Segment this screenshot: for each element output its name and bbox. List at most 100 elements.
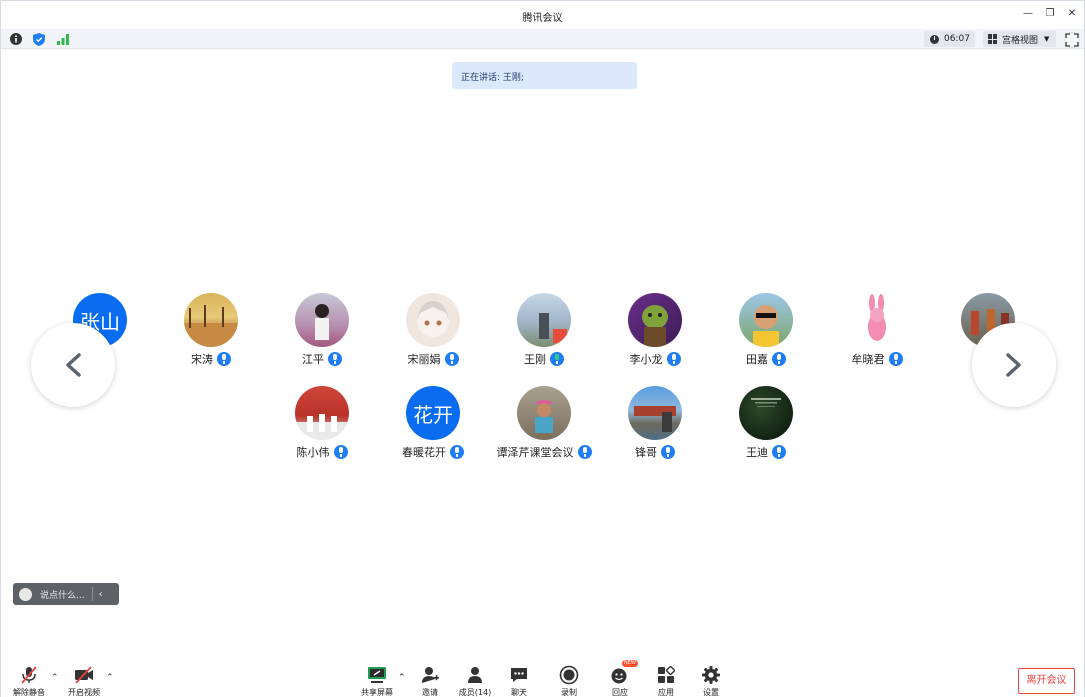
participant-name: 田嘉 <box>746 353 768 366</box>
settings-label: 设置 <box>703 688 719 697</box>
next-page-button[interactable] <box>972 323 1056 407</box>
avatar <box>739 386 793 440</box>
participant-tile[interactable]: 花开 春暖花开 <box>378 386 488 460</box>
mic-icon <box>450 445 464 459</box>
chat-placeholder: 说点什么... <box>40 590 85 601</box>
close-icon[interactable]: ✕ <box>1065 7 1079 21</box>
chat-label: 聊天 <box>511 688 527 697</box>
shield-icon[interactable] <box>32 32 46 46</box>
restore-icon[interactable]: ❐ <box>1043 7 1057 21</box>
participant-tile[interactable]: 谭泽芹课堂会议 <box>489 386 599 460</box>
participant-name: 牟晓君 <box>851 353 885 366</box>
record-icon <box>559 665 579 685</box>
emoji-icon[interactable] <box>19 587 32 601</box>
participant-tile[interactable]: 王迪 <box>711 386 821 460</box>
divider <box>91 587 93 601</box>
leave-meeting-button[interactable]: 离开会议 <box>1018 668 1075 694</box>
audio-options-caret-icon[interactable]: ⌃ <box>51 673 59 683</box>
chat-button[interactable]: 聊天 <box>497 665 541 697</box>
meeting-timer[interactable]: 06:07 <box>924 31 975 47</box>
participant-name: 春暖花开 <box>402 446 446 459</box>
fullscreen-icon[interactable] <box>1065 32 1079 47</box>
chevron-left-icon <box>66 353 81 377</box>
participant-name: 宋丽娟 <box>407 353 441 366</box>
avatar <box>628 293 682 347</box>
avatar <box>517 386 571 440</box>
settings-button[interactable]: 设置 <box>689 665 733 697</box>
minimize-icon[interactable]: — <box>1021 7 1035 21</box>
participant-tile[interactable]: 江平 <box>267 293 377 367</box>
participant-name: 王迪 <box>746 446 768 459</box>
caret-down-icon: ▼ <box>1044 35 1050 43</box>
participant-tile[interactable]: 牟晓君 <box>822 293 932 367</box>
mic-icon <box>444 352 459 366</box>
members-button[interactable]: 成员(14) <box>453 665 497 697</box>
participant-tile[interactable]: 李小龙 <box>600 293 710 367</box>
avatar <box>628 386 682 440</box>
participant-tile[interactable]: 田嘉 <box>711 293 821 367</box>
participant-tile[interactable]: 宋丽娟 <box>378 293 488 367</box>
participant-name: 王刚 <box>524 353 546 366</box>
clock-icon <box>930 34 939 44</box>
mic-icon <box>772 445 786 459</box>
unmute-label: 解除静音 <box>13 688 45 697</box>
share-screen-icon <box>367 665 387 685</box>
reactions-label: 回应 <box>612 688 628 697</box>
video-options-caret-icon[interactable]: ⌃ <box>106 673 114 683</box>
mic-icon <box>217 352 231 366</box>
mic-icon <box>661 445 675 459</box>
view-selector[interactable]: 宫格视图 ▼ <box>983 31 1056 47</box>
mic-icon <box>333 445 348 459</box>
mic-icon <box>577 445 592 459</box>
start-video-label: 开启视频 <box>68 688 100 697</box>
apps-button[interactable]: 应用 <box>644 665 688 697</box>
previous-page-button[interactable] <box>31 323 115 407</box>
share-screen-button[interactable]: 共享屏幕 <box>355 665 399 697</box>
avatar <box>739 293 793 347</box>
timer-value: 06:07 <box>944 34 970 44</box>
members-label: 成员(14) <box>458 688 492 697</box>
collapse-chevron-icon[interactable]: ‹ <box>99 589 103 600</box>
participant-name: 陈小伟 <box>296 446 330 459</box>
reactions-button[interactable]: NEW 回应 <box>598 660 642 697</box>
title-bar: 腾讯会议 — ❐ ✕ <box>1 1 1084 29</box>
reaction-emoji-icon: NEW <box>610 660 638 685</box>
share-screen-label: 共享屏幕 <box>361 688 393 697</box>
info-icon[interactable] <box>9 32 23 46</box>
invite-label: 邀请 <box>422 688 438 697</box>
mic-icon <box>328 352 342 366</box>
participant-tile[interactable]: 王刚 <box>489 293 599 367</box>
chat-quick-input[interactable]: 说点什么... ‹ <box>13 583 119 605</box>
camera-off-icon <box>74 665 94 685</box>
mic-muted-icon <box>19 665 39 685</box>
window-title: 腾讯会议 <box>522 13 563 24</box>
view-label: 宫格视图 <box>1002 35 1039 46</box>
add-user-icon <box>420 665 440 685</box>
avatar <box>295 293 349 347</box>
participant-name: 江平 <box>302 353 324 366</box>
avatar <box>184 293 238 347</box>
members-icon <box>465 665 485 685</box>
apps-label: 应用 <box>658 688 674 697</box>
apps-icon <box>656 665 676 685</box>
mic-speaking-icon <box>550 352 564 366</box>
participant-name: 李小龙 <box>629 353 663 366</box>
info-bar: 06:07 宫格视图 ▼ <box>1 29 1084 49</box>
participant-tile[interactable]: 陈小伟 <box>267 386 377 460</box>
mic-icon <box>772 352 786 366</box>
start-video-button[interactable]: 开启视频 <box>62 665 106 697</box>
avatar <box>295 386 349 440</box>
record-button[interactable]: 录制 <box>547 665 591 697</box>
avatar <box>850 293 904 347</box>
record-label: 录制 <box>561 688 577 697</box>
meeting-window: 腾讯会议 — ❐ ✕ 06:07 宫格视图 ▼ 正在讲话: 王刚; 张山 宋涛 … <box>0 0 1085 697</box>
participant-tile[interactable]: 锋哥 <box>600 386 710 460</box>
unmute-button[interactable]: 解除静音 <box>7 665 51 697</box>
share-options-caret-icon[interactable]: ⌃ <box>398 673 406 683</box>
avatar <box>517 293 571 347</box>
signal-icon[interactable] <box>56 32 70 46</box>
participant-tile[interactable]: 宋涛 <box>156 293 266 367</box>
chat-icon <box>509 665 529 685</box>
invite-button[interactable]: 邀请 <box>408 665 452 697</box>
participant-name: 谭泽芹课堂会议 <box>496 446 574 459</box>
